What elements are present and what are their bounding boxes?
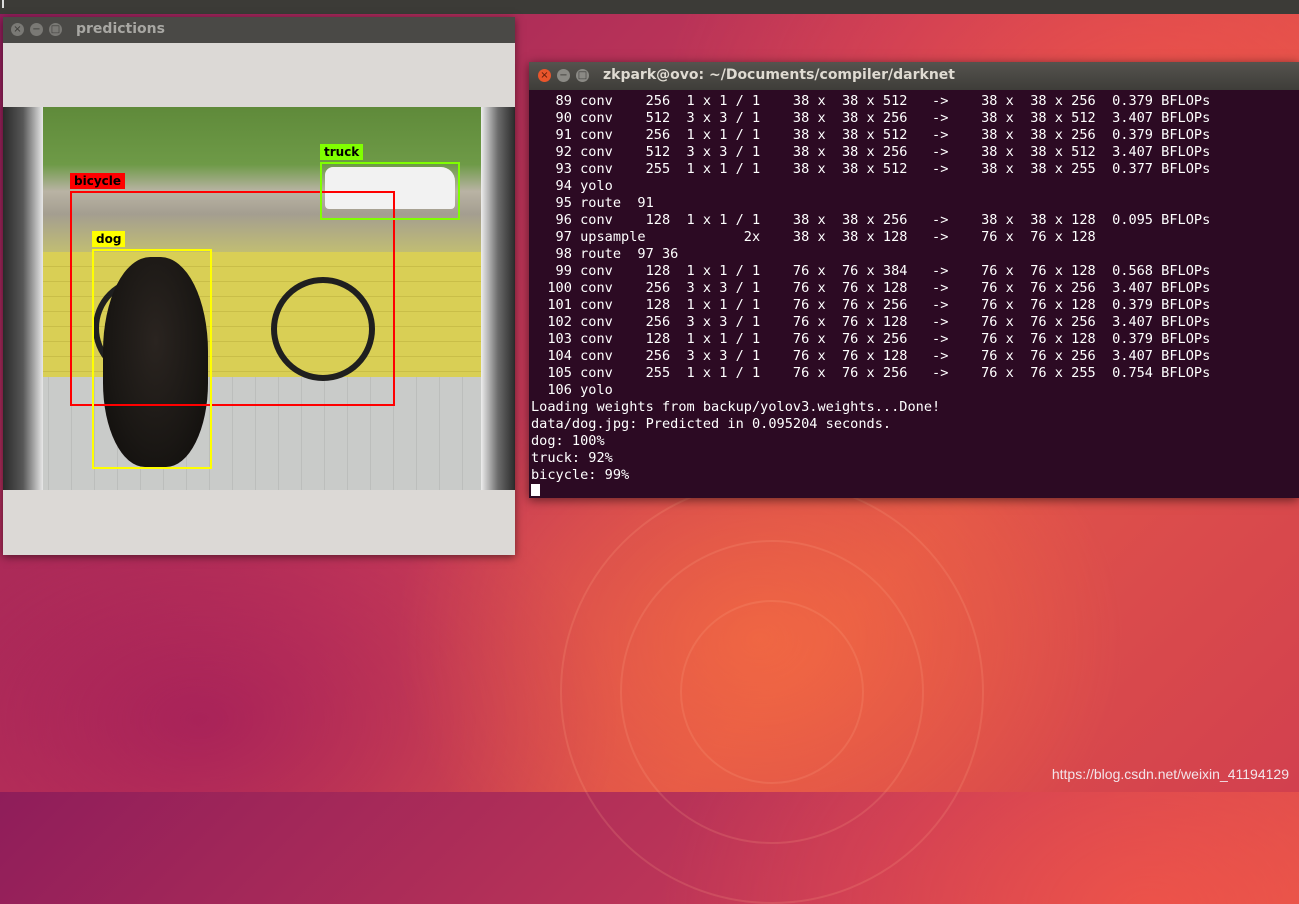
terminal-line: 105 conv 255 1 x 1 / 1 76 x 76 x 256 -> … [531, 365, 1211, 381]
top-panel [0, 0, 1299, 14]
predictions-window[interactable]: × − □ predictions bicycle truck dog [3, 17, 515, 555]
terminal-line: 101 conv 128 1 x 1 / 1 76 x 76 x 256 -> … [531, 297, 1211, 313]
terminal-line: 97 upsample 2x 38 x 38 x 128 -> 76 x 76 … [531, 229, 1096, 245]
detection-label-truck: truck [320, 144, 364, 160]
terminal-line: 96 conv 128 1 x 1 / 1 38 x 38 x 256 -> 3… [531, 212, 1211, 228]
porch-pillar [3, 107, 43, 490]
terminal-line: 104 conv 256 3 x 3 / 1 76 x 76 x 128 -> … [531, 348, 1211, 364]
wallpaper-ring [680, 600, 864, 784]
detection-box-truck [320, 162, 460, 220]
terminal-line: 103 conv 128 1 x 1 / 1 76 x 76 x 256 -> … [531, 331, 1211, 347]
detection-label-dog: dog [92, 231, 126, 247]
terminal-output[interactable]: 89 conv 256 1 x 1 / 1 38 x 38 x 512 -> 3… [531, 93, 1297, 496]
terminal-line: bicycle: 99% [531, 467, 630, 483]
terminal-line: 89 conv 256 1 x 1 / 1 38 x 38 x 512 -> 3… [531, 93, 1211, 109]
terminal-line: 106 yolo [531, 382, 613, 398]
watermark-text: https://blog.csdn.net/weixin_41194129 [1051, 766, 1289, 782]
terminal-line: 92 conv 512 3 x 3 / 1 38 x 38 x 256 -> 3… [531, 144, 1211, 160]
terminal-line: 94 yolo [531, 178, 613, 194]
terminal-cursor [531, 484, 540, 496]
terminal-line: 90 conv 512 3 x 3 / 1 38 x 38 x 256 -> 3… [531, 110, 1211, 126]
terminal-line: truck: 92% [531, 450, 613, 466]
porch-pillar [481, 107, 515, 490]
terminal-line: 93 conv 255 1 x 1 / 1 38 x 38 x 512 -> 3… [531, 161, 1211, 177]
terminal-line: 91 conv 256 1 x 1 / 1 38 x 38 x 512 -> 3… [531, 127, 1211, 143]
terminal-line: 98 route 97 36 [531, 246, 679, 262]
window-title: predictions [76, 21, 165, 37]
window-title: zkpark@ovo: ~/Documents/compiler/darknet [603, 67, 955, 83]
close-icon[interactable]: × [11, 23, 24, 36]
minimize-icon[interactable]: − [557, 69, 570, 82]
detection-box-dog [92, 249, 212, 469]
terminal-titlebar[interactable]: × − □ zkpark@ovo: ~/Documents/compiler/d… [529, 62, 1299, 90]
panel-edge-mark [2, 0, 4, 8]
terminal-window[interactable]: × − □ zkpark@ovo: ~/Documents/compiler/d… [529, 62, 1299, 498]
terminal-line: 102 conv 256 3 x 3 / 1 76 x 76 x 128 -> … [531, 314, 1211, 330]
maximize-icon[interactable]: □ [49, 23, 62, 36]
maximize-icon[interactable]: □ [576, 69, 589, 82]
terminal-line: data/dog.jpg: Predicted in 0.095204 seco… [531, 416, 892, 432]
terminal-line: 95 route 91 [531, 195, 654, 211]
predictions-titlebar[interactable]: × − □ predictions [3, 17, 515, 43]
minimize-icon[interactable]: − [30, 23, 43, 36]
close-icon[interactable]: × [538, 69, 551, 82]
prediction-image: bicycle truck dog [3, 107, 515, 490]
terminal-line: dog: 100% [531, 433, 605, 449]
terminal-line: 99 conv 128 1 x 1 / 1 76 x 76 x 384 -> 7… [531, 263, 1211, 279]
terminal-line: 100 conv 256 3 x 3 / 1 76 x 76 x 128 -> … [531, 280, 1211, 296]
detection-label-bicycle: bicycle [70, 173, 126, 189]
terminal-line: Loading weights from backup/yolov3.weigh… [531, 399, 941, 415]
